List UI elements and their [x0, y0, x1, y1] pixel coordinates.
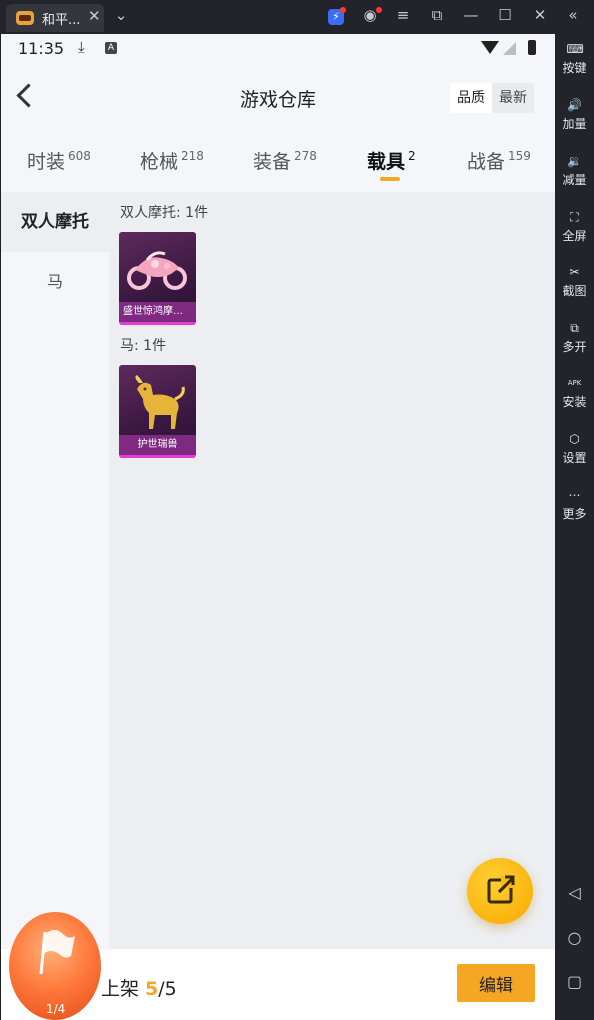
group-title-motorcycle: 双人摩托: 1件 [120, 205, 209, 221]
tab-title: 和平... [42, 13, 81, 28]
subcategory-horse[interactable]: 马 [1, 252, 109, 312]
shelf-total: /5 [158, 978, 177, 1000]
sort-option-quality[interactable]: 品质 [450, 83, 492, 113]
sidebar-item-fullscreen[interactable]: ⛶ 全屏 [555, 210, 594, 244]
sidebar-item-settings[interactable]: ⬡ 设置 [555, 432, 594, 466]
android-back-icon[interactable]: ◁ [555, 883, 594, 902]
tab-supplies[interactable]: 战备 159 [467, 147, 531, 174]
wifi-icon [481, 41, 499, 54]
minimize-icon[interactable]: — [460, 6, 482, 24]
volume-up-icon: 🔊 [567, 98, 582, 112]
category-tabs: 时装 608 枪械 218 装备 278 载具 2 战备 159 [1, 134, 555, 192]
tab-close-icon[interactable]: ✕ [88, 7, 101, 25]
tab-equipment[interactable]: 装备 278 [253, 147, 317, 174]
share-button[interactable] [467, 858, 533, 924]
tab-label: 枪械 [140, 151, 179, 173]
volume-down-icon: 🔉 [567, 154, 582, 168]
active-tab-indicator [380, 177, 400, 181]
item-name: 护世瑞兽 [119, 435, 196, 455]
app-tab[interactable]: 和平... ✕ [6, 4, 104, 32]
scissors-icon: ✂ [569, 265, 580, 279]
notification-dot [340, 7, 346, 13]
fullscreen-icon: ⛶ [570, 210, 579, 224]
sidebar-item-more[interactable]: ⋯ 更多 [555, 488, 594, 522]
chevron-down-icon[interactable]: ⌄ [110, 6, 132, 24]
notification-dot [376, 7, 382, 13]
download-icon: ⤓ [78, 38, 85, 56]
sidebar-label: 按键 [562, 61, 587, 75]
sidebar-label: 截图 [562, 284, 587, 298]
page-header: 游戏仓库 品质 最新 [1, 64, 555, 134]
sidebar-label: 全屏 [562, 229, 587, 243]
status-bar: 11:35 ⤓ A [1, 34, 555, 64]
sidebar-item-keymap[interactable]: ⌨ 按键 [555, 42, 594, 76]
emulator-title-bar: 和平... ✕ ⌄ ⚡ ◉ ≡ ⧉ — ☐ ✕ « [0, 0, 594, 34]
shelf-count: 5 [145, 978, 159, 1000]
sidebar-label: 多开 [562, 340, 587, 354]
tab-label: 战备 [467, 151, 506, 173]
sidebar-label: 设置 [562, 451, 587, 465]
shelf-label: 上架 [101, 978, 146, 1000]
tab-count: 278 [294, 149, 317, 163]
item-card-horse[interactable]: 护世瑞兽 [119, 365, 196, 458]
sort-toggle: 品质 最新 [450, 83, 534, 113]
status-time: 11:35 [18, 39, 65, 58]
tab-count: 2 [408, 149, 416, 163]
motorcycle-image [127, 251, 187, 290]
orb-page-indicator: 1/4 [46, 1002, 66, 1016]
item-grid: 双人摩托: 1件 盛世惊鸿摩托... 马: 1件 护世瑞兽 [109, 192, 555, 949]
subcategory-two-person-motorcycle[interactable]: 双人摩托 [1, 192, 109, 252]
item-name: 盛世惊鸿摩托... [119, 302, 196, 322]
maximize-icon[interactable]: ☐ [494, 6, 516, 24]
tab-label: 载具 [367, 151, 406, 173]
keyboard-icon: ⌨ [566, 42, 584, 56]
edit-button[interactable]: 编辑 [457, 964, 535, 1002]
sidebar-item-volume-up[interactable]: 🔊 加量 [555, 98, 594, 132]
signal-icon [503, 42, 516, 55]
settings-icon: ⬡ [569, 432, 580, 446]
menu-icon[interactable]: ≡ [392, 6, 414, 24]
more-icon: ⋯ [568, 488, 581, 502]
sidebar-label: 安装 [562, 395, 587, 409]
tab-firearms[interactable]: 枪械 218 [140, 147, 204, 174]
sidebar-item-install[interactable]: APK 安装 [555, 376, 594, 410]
share-export-icon [487, 875, 515, 904]
sidebar-item-volume-down[interactable]: 🔉 减量 [555, 154, 594, 188]
sidebar-label: 加量 [562, 117, 587, 131]
flag-icon [39, 930, 75, 975]
tab-label: 时装 [27, 151, 66, 173]
android-home-icon[interactable]: ○ [555, 928, 594, 947]
item-card-motorcycle[interactable]: 盛世惊鸿摩托... [119, 232, 196, 325]
tab-count: 159 [508, 149, 531, 163]
tab-count: 218 [181, 149, 204, 163]
collapse-sidebar-icon[interactable]: « [562, 6, 584, 24]
pin-window-icon[interactable]: ⧉ [426, 6, 448, 24]
sidebar-label: 减量 [562, 173, 587, 187]
tab-vehicles[interactable]: 载具 2 [367, 147, 416, 174]
tab-count: 608 [68, 149, 91, 163]
group-title-horse: 马: 1件 [120, 338, 167, 354]
multi-instance-icon: ⧉ [570, 321, 579, 335]
accessibility-icon: A [105, 42, 117, 54]
phone-screen: 11:35 ⤓ A 游戏仓库 品质 最新 时装 608 枪械 218 装备 278 载… [1, 34, 555, 1020]
tab-fashion[interactable]: 时装 608 [27, 147, 91, 174]
shelf-status: 上架 5/5 [101, 974, 177, 1001]
sidebar-item-screenshot[interactable]: ✂ 截图 [555, 265, 594, 299]
emulator-sidebar: ⌨ 按键 🔊 加量 🔉 减量 ⛶ 全屏 ✂ 截图 ⧉ 多开 APK 安装 ⬡ 设… [555, 34, 594, 1020]
close-window-icon[interactable]: ✕ [529, 6, 551, 24]
sidebar-item-multi-instance[interactable]: ⧉ 多开 [555, 321, 594, 355]
apk-install-icon: APK [567, 379, 582, 387]
golden-beast-image [135, 375, 185, 429]
android-recents-icon[interactable]: ▢ [555, 972, 594, 991]
battery-icon [528, 40, 536, 55]
subcategory-list: 双人摩托 马 [1, 192, 109, 949]
sidebar-label: 更多 [562, 507, 587, 521]
sort-option-latest[interactable]: 最新 [492, 83, 534, 113]
tab-label: 装备 [253, 151, 292, 173]
game-app-icon [16, 11, 34, 25]
